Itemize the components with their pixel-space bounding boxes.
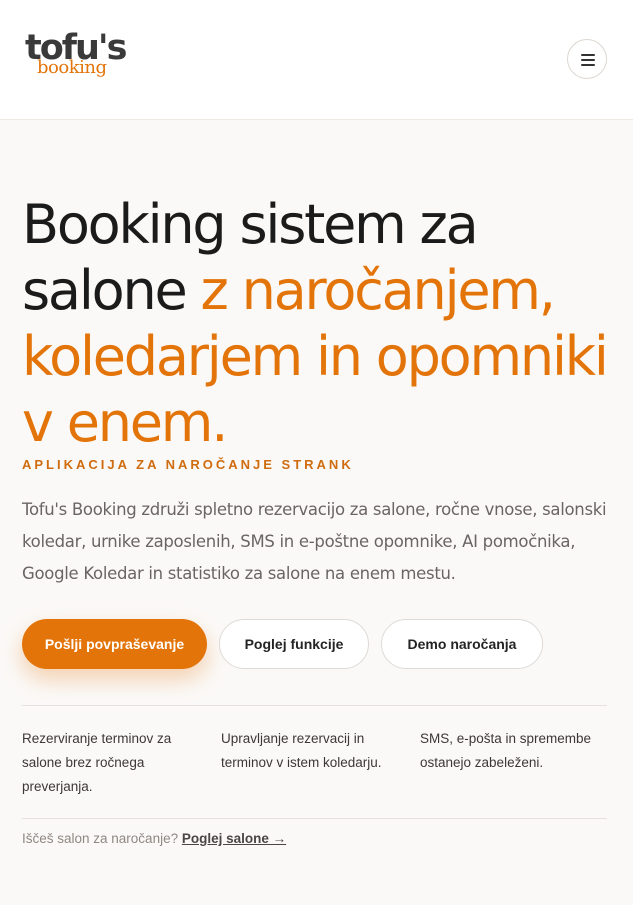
hero-eyebrow: APLIKACIJA ZA NAROČANJE STRANK — [22, 457, 354, 472]
hero-title: Booking sistem za salone z naročanjem, k… — [22, 192, 622, 456]
feature-item: SMS, e-pošta in spremembe ostanejo zabel… — [420, 731, 592, 770]
tofus-booking-logo[interactable]: tofu's booking — [25, 28, 127, 82]
site-header: tofu's booking — [0, 0, 633, 120]
divider-top — [22, 705, 607, 706]
demo-booking-button[interactable]: Demo naročanja — [381, 619, 543, 669]
menu-button[interactable] — [567, 39, 607, 79]
salon-search-note: Iščeš salon za naročanje? Poglej salone … — [22, 831, 286, 846]
view-features-button[interactable]: Poglej funkcije — [219, 619, 369, 669]
view-salons-link[interactable]: Poglej salone → — [182, 831, 286, 846]
salon-search-question: Iščeš salon za naročanje? — [22, 831, 179, 846]
logo-subtitle: booking — [37, 57, 107, 78]
feature-item: Upravljanje rezervacij in terminov v ist… — [221, 731, 382, 770]
hero-lead: Tofu's Booking združi spletno rezervacij… — [22, 500, 607, 583]
send-inquiry-button[interactable]: Pošlji povpraševanje — [22, 619, 207, 669]
feature-item: Rezerviranje terminov za salone brez roč… — [22, 731, 172, 794]
divider-bottom — [22, 818, 607, 819]
